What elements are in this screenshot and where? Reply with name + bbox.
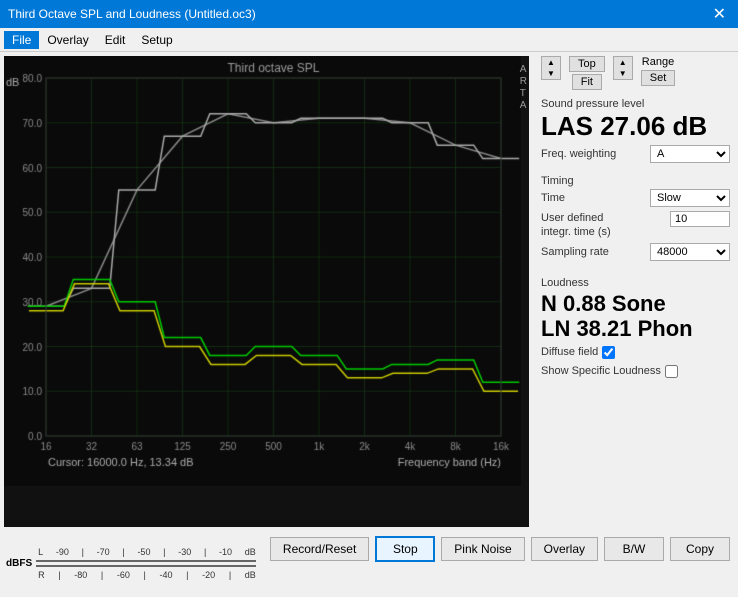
menu-edit[interactable]: Edit — [97, 31, 134, 49]
menu-overlay[interactable]: Overlay — [39, 31, 96, 49]
time-select[interactable]: SlowFastImpulse — [650, 189, 730, 207]
loudness-ln-value: LN 38.21 Phon — [541, 316, 730, 341]
right-panel: ▲ ▼ Top Fit ▲ ▼ Range Set Sound pres — [533, 52, 738, 531]
bw-button[interactable]: B/W — [604, 537, 664, 561]
chart-area: ARTA — [4, 56, 529, 527]
diffuse-field-row: Diffuse field — [541, 346, 730, 359]
meter-bar-l — [36, 560, 256, 562]
buttons-row: Record/Reset Stop Pink Noise Overlay B/W… — [262, 531, 738, 567]
overlay-button[interactable]: Overlay — [531, 537, 598, 561]
loudness-n-value: N 0.88 Sone — [541, 291, 730, 316]
top-up-btn[interactable]: ▲ — [542, 57, 560, 68]
freq-weighting-label: Freq. weighting — [541, 148, 616, 160]
meter-bar-r — [36, 565, 256, 567]
top-button[interactable]: Top — [569, 56, 605, 72]
dbfs-label: dBFS — [6, 558, 32, 569]
loudness-section: Loudness N 0.88 Sone LN 38.21 Phon — [541, 273, 730, 342]
arta-label: ARTA — [520, 64, 527, 112]
show-specific-loudness-checkbox[interactable] — [665, 365, 678, 378]
copy-button[interactable]: Copy — [670, 537, 730, 561]
stop-button[interactable]: Stop — [375, 536, 435, 562]
scale-r: R — [38, 570, 45, 580]
range-up-btn[interactable]: ▲ — [614, 57, 632, 68]
timing-header: Timing — [541, 175, 730, 187]
title-bar: Third Octave SPL and Loudness (Untitled.… — [0, 0, 738, 28]
range-label: Range — [642, 56, 674, 68]
title-bar-text: Third Octave SPL and Loudness (Untitled.… — [8, 7, 256, 21]
spl-value: LAS 27.06 dB — [541, 112, 730, 141]
show-specific-loudness-label: Show Specific Loudness — [541, 365, 661, 377]
spl-section: Sound pressure level LAS 27.06 dB — [541, 98, 730, 141]
sampling-rate-row: Sampling rate 480004410096000 — [541, 243, 730, 261]
bottom-bar: dBFS L -90 | -70 | -50 | -30 | -10 dB — [0, 531, 738, 597]
freq-weighting-row: Freq. weighting ABCZ — [541, 145, 730, 163]
user-defined-input[interactable] — [670, 211, 730, 227]
main-content: ARTA ▲ ▼ Top Fit ▲ ▼ Ran — [0, 52, 738, 531]
close-button[interactable]: ✕ — [709, 4, 730, 24]
time-row: Time SlowFastImpulse — [541, 189, 730, 207]
fit-button[interactable]: Fit — [572, 74, 602, 90]
diffuse-field-label: Diffuse field — [541, 346, 598, 358]
show-specific-loudness-row: Show Specific Loudness — [541, 365, 730, 378]
timing-section: Timing Time SlowFastImpulse User defined… — [541, 171, 730, 266]
sampling-rate-select[interactable]: 480004410096000 — [650, 243, 730, 261]
sampling-rate-label: Sampling rate — [541, 246, 609, 258]
user-defined-label: User definedintegr. time (s) — [541, 211, 611, 240]
meter-area: dBFS L -90 | -70 | -50 | -30 | -10 dB — [0, 531, 262, 597]
user-defined-row: User definedintegr. time (s) — [541, 211, 730, 240]
menu-bar: File Overlay Edit Setup — [0, 28, 738, 52]
pink-noise-button[interactable]: Pink Noise — [441, 537, 524, 561]
range-down-btn[interactable]: ▼ — [614, 68, 632, 79]
menu-setup[interactable]: Setup — [133, 31, 180, 49]
freq-weighting-select[interactable]: ABCZ — [650, 145, 730, 163]
record-reset-button[interactable]: Record/Reset — [270, 537, 369, 561]
time-label: Time — [541, 192, 565, 204]
loudness-header: Loudness — [541, 277, 730, 289]
top-down-btn[interactable]: ▼ — [542, 68, 560, 79]
menu-file[interactable]: File — [4, 31, 39, 49]
set-button[interactable]: Set — [641, 70, 676, 86]
diffuse-field-checkbox[interactable] — [602, 346, 615, 359]
scale-l90: L — [38, 547, 43, 557]
spl-label: Sound pressure level — [541, 98, 730, 110]
